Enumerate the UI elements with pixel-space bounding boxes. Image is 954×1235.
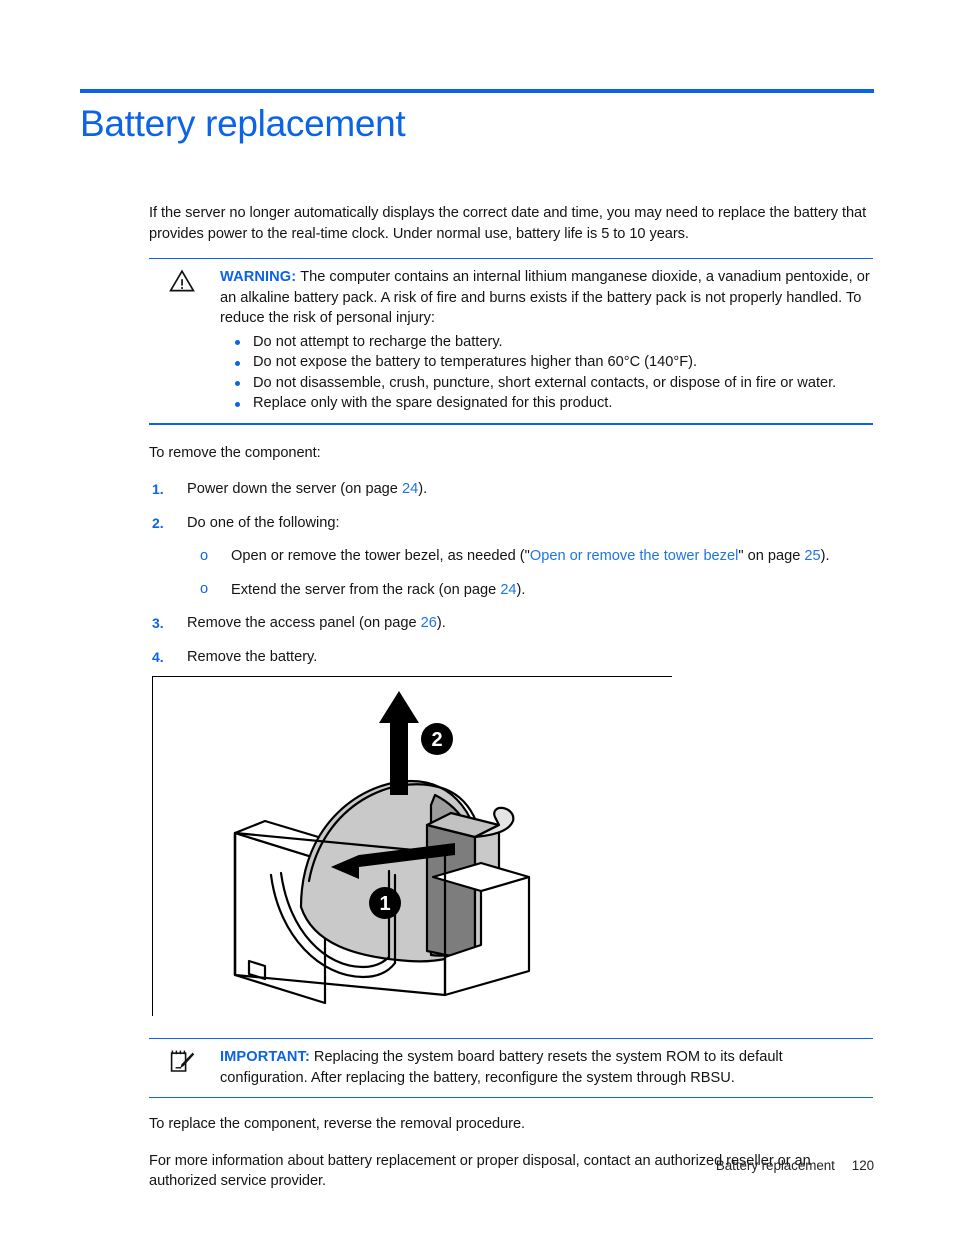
list-item: Do not attempt to recharge the battery. bbox=[220, 332, 873, 353]
footer-chapter: Battery replacement bbox=[715, 1158, 835, 1173]
removal-steps-list: 1. Power down the server (on page 24). 2.… bbox=[149, 479, 873, 667]
step-text-tail: ). bbox=[436, 615, 446, 631]
list-item: Do not disassemble, crush, puncture, sho… bbox=[220, 373, 873, 394]
replace-paragraph: To replace the component, reverse the re… bbox=[149, 1116, 526, 1132]
step-text: Remove the access panel (on page bbox=[187, 615, 421, 631]
substep-text-tail: ). bbox=[516, 581, 526, 598]
page-ref-link[interactable]: 25 bbox=[804, 548, 820, 564]
page-ref-link[interactable]: 24 bbox=[402, 481, 418, 497]
substep-text: Open or remove the tower bezel, as neede… bbox=[231, 548, 530, 564]
list-item: Replace only with the spare designated f… bbox=[220, 393, 873, 414]
step-number: 3. bbox=[152, 615, 164, 631]
cross-reference-link[interactable]: Open or remove the tower bezel bbox=[530, 548, 738, 564]
warning-text: The computer contains an internal lithiu… bbox=[220, 269, 870, 326]
warning-label: WARNING: bbox=[220, 269, 297, 285]
warning-triangle-icon bbox=[168, 268, 196, 294]
procedure-lead-in: To remove the component: bbox=[149, 444, 321, 461]
step-4: 4. Remove the battery. bbox=[149, 647, 873, 668]
step-3: 3. Remove the access panel (on page 26). bbox=[149, 613, 873, 634]
battery-removal-figure: 2 1 bbox=[152, 676, 672, 1016]
page-title: Battery replacement bbox=[80, 103, 406, 144]
callout-2-arrow bbox=[379, 691, 419, 795]
step-number: 1. bbox=[152, 481, 164, 497]
step-number: 2. bbox=[152, 514, 164, 531]
battery-removal-illustration: 2 1 bbox=[213, 685, 543, 1010]
warning-body: WARNING: The computer contains an interna… bbox=[220, 267, 873, 414]
step-text: Do one of the following: bbox=[187, 514, 340, 531]
list-item: Do not expose the battery to temperature… bbox=[220, 352, 873, 373]
step-2-substeps: o Open or remove the tower bezel, as need… bbox=[187, 546, 873, 600]
substep-open-remove-tower-bezel: o Open or remove the tower bezel, as need… bbox=[187, 546, 873, 567]
important-admonition: IMPORTANT: Replacing the system board bat… bbox=[149, 1038, 873, 1098]
note-pad-pencil-icon bbox=[168, 1048, 196, 1074]
important-body: IMPORTANT: Replacing the system board bat… bbox=[220, 1047, 873, 1088]
footer-page-number: 120 bbox=[851, 1158, 874, 1173]
page-ref-link[interactable]: 26 bbox=[421, 615, 437, 631]
substep-text-tail: ). bbox=[820, 548, 830, 564]
svg-text:1: 1 bbox=[379, 893, 390, 915]
body-column: If the server no longer automatically di… bbox=[149, 203, 873, 1206]
step-text: Power down the server (on page bbox=[187, 481, 402, 497]
document-page: Battery replacement If the server no lon… bbox=[0, 0, 954, 1235]
important-label: IMPORTANT: bbox=[220, 1049, 310, 1065]
step-text: Remove the battery. bbox=[187, 648, 318, 665]
step-2: 2. Do one of the following: o Open or remo… bbox=[149, 513, 873, 601]
step-1: 1. Power down the server (on page 24). bbox=[149, 479, 873, 500]
substep-text: Extend the server from the rack (on page bbox=[231, 581, 501, 598]
svg-text:2: 2 bbox=[431, 729, 442, 751]
title-accent-rule bbox=[80, 89, 874, 93]
step-text-tail: ). bbox=[418, 481, 428, 497]
step-number: 4. bbox=[152, 648, 164, 665]
page-footer: Battery replacement 120 bbox=[0, 1158, 874, 1173]
substep-text-mid: " on page bbox=[738, 548, 805, 564]
warning-bullet-list: Do not attempt to recharge the battery. … bbox=[220, 332, 873, 414]
page-ref-link[interactable]: 24 bbox=[500, 582, 516, 598]
substep-marker: o bbox=[200, 581, 209, 597]
warning-admonition: WARNING: The computer contains an interna… bbox=[149, 258, 873, 425]
substep-extend-server-from-rack: o Extend the server from the rack (on pag… bbox=[187, 580, 873, 601]
substep-marker: o bbox=[200, 547, 209, 564]
intro-paragraph: If the server no longer automatically di… bbox=[149, 205, 867, 242]
